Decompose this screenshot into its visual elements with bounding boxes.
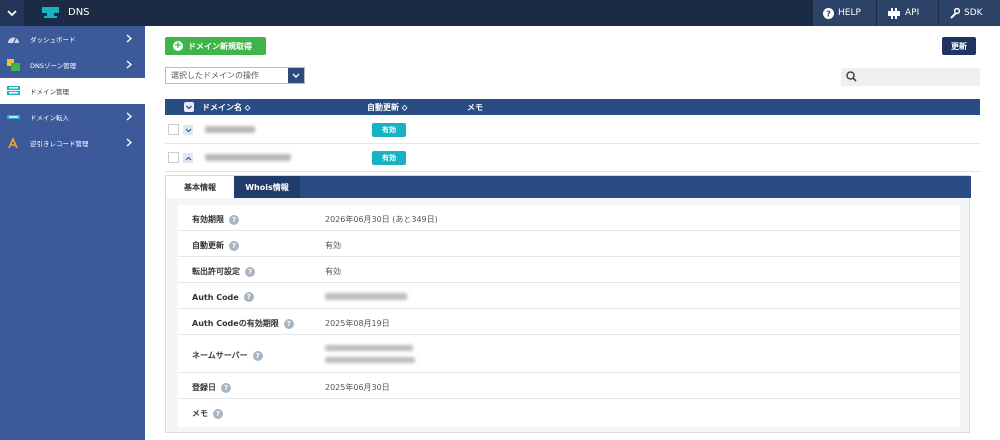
- column-header-auto-renew[interactable]: 自動更新 ⬦: [367, 102, 407, 113]
- chevron-right-icon: [126, 34, 132, 43]
- detail-fields: 有効期限? 2026年06月30日 (あと349日) 自動更新? 有効 転出許可…: [178, 205, 960, 427]
- api-icon: [888, 7, 900, 19]
- nameserver-redacted: [325, 345, 413, 351]
- sidebar-item-domain-transfer[interactable]: ドメイン転入: [0, 104, 145, 130]
- bulk-action-select[interactable]: 選択したドメインの操作: [165, 67, 305, 84]
- detail-row-expiry: 有効期限? 2026年06月30日 (あと349日): [178, 205, 960, 231]
- search-input[interactable]: [841, 68, 980, 86]
- svg-text:?: ?: [826, 9, 831, 18]
- reverse-record-icon: [8, 137, 18, 149]
- row-expand-button[interactable]: [183, 125, 193, 135]
- chevron-right-icon: [126, 138, 132, 147]
- sdk-button[interactable]: SDK: [938, 0, 1000, 26]
- help-button[interactable]: ? HELP: [812, 0, 876, 26]
- row-collapse-button[interactable]: [183, 153, 193, 163]
- menu-toggle-button[interactable]: [0, 0, 24, 26]
- sidebar-item-dashboard[interactable]: ダッシュボード: [0, 26, 145, 52]
- sort-icon: ⬦: [244, 103, 251, 112]
- add-domain-button[interactable]: + ドメイン新規取得: [165, 37, 266, 55]
- row-checkbox[interactable]: [168, 124, 179, 135]
- help-icon[interactable]: ?: [213, 408, 223, 419]
- chevron-right-icon: [126, 112, 132, 121]
- detail-row-nameservers: ネームサーバー?: [178, 335, 960, 373]
- domain-name[interactable]: [205, 154, 291, 161]
- chevron-up-icon: [185, 156, 191, 160]
- dashboard-icon: [8, 37, 19, 44]
- nameserver-redacted: [325, 357, 415, 363]
- detail-row-auth-code: Auth Code?: [178, 283, 960, 309]
- tab-basic-info[interactable]: 基本情報: [166, 176, 234, 198]
- domain-icon: [7, 86, 20, 95]
- help-icon[interactable]: ?: [252, 350, 263, 361]
- auto-renew-badge: 有効: [372, 151, 406, 165]
- main-content: + ドメイン新規取得 更新 選択したドメインの操作 ドメイン名 ⬦ 自動更新 ⬦…: [145, 26, 1000, 440]
- help-icon[interactable]: ?: [229, 240, 239, 251]
- table-header: ドメイン名 ⬦ 自動更新 ⬦ メモ: [165, 99, 980, 115]
- auto-renew-badge: 有効: [372, 123, 406, 137]
- dns-zone-icon: [7, 59, 20, 71]
- sidebar-item-dns-zone[interactable]: DNSゾーン管理: [0, 52, 145, 78]
- search-icon: [846, 71, 857, 82]
- row-checkbox[interactable]: [168, 152, 179, 163]
- tab-whois-info[interactable]: Whois情報: [234, 176, 300, 198]
- refresh-button[interactable]: 更新: [942, 37, 976, 55]
- detail-row-auto-renew: 自動更新? 有効: [178, 231, 960, 257]
- help-icon[interactable]: ?: [243, 292, 254, 302]
- bulk-action-placeholder: 選択したドメインの操作: [171, 71, 259, 80]
- column-header-memo: メモ: [467, 103, 483, 112]
- chevron-down-icon: [186, 105, 192, 110]
- domain-transfer-icon: [7, 115, 20, 119]
- detail-row-auth-code-expiry: Auth Codeの有効期限? 2025年08月19日: [178, 309, 960, 335]
- dropdown-toggle[interactable]: [288, 68, 304, 83]
- sidebar-item-reverse-record[interactable]: 逆引きレコード管理: [0, 130, 145, 156]
- detail-row-memo: メモ?: [178, 399, 960, 425]
- help-icon: ?: [823, 7, 834, 19]
- wrench-icon: [950, 7, 960, 19]
- sidebar: ダッシュボード DNSゾーン管理 ドメイン管理 ドメイン転入 逆引きレコード管理: [0, 26, 145, 440]
- detail-row-registered: 登録日? 2025年06月30日: [178, 373, 960, 399]
- dns-logo-icon: [42, 7, 59, 18]
- top-bar: DNS ? HELP API SDK: [0, 0, 1000, 26]
- auth-code-value: [325, 293, 407, 300]
- chevron-down-icon: [7, 9, 17, 16]
- detail-row-transfer-lock: 転出許可設定? 有効: [178, 257, 960, 283]
- sort-icon: ⬦: [401, 103, 408, 112]
- chevron-down-icon: [292, 73, 300, 78]
- domain-name[interactable]: [205, 126, 255, 133]
- help-icon[interactable]: ?: [245, 266, 255, 277]
- detail-tabs: 基本情報 Whois情報: [166, 176, 971, 198]
- domain-detail-panel: 基本情報 Whois情報 有効期限? 2026年06月30日 (あと349日) …: [165, 175, 971, 433]
- chevron-down-icon: [185, 128, 191, 132]
- sidebar-item-domain[interactable]: ドメイン管理: [0, 78, 145, 104]
- chevron-right-icon: [126, 60, 132, 69]
- plus-icon: +: [173, 40, 183, 51]
- help-icon[interactable]: ?: [283, 318, 294, 329]
- help-icon[interactable]: ?: [229, 214, 239, 225]
- table-row[interactable]: 有効: [165, 118, 980, 144]
- api-button[interactable]: API: [876, 0, 938, 26]
- app-title: DNS: [68, 7, 90, 18]
- column-header-domain-name[interactable]: ドメイン名 ⬦: [202, 102, 250, 113]
- select-all-checkbox[interactable]: [184, 102, 194, 112]
- help-icon[interactable]: ?: [221, 382, 231, 393]
- table-row[interactable]: 有効: [165, 146, 980, 172]
